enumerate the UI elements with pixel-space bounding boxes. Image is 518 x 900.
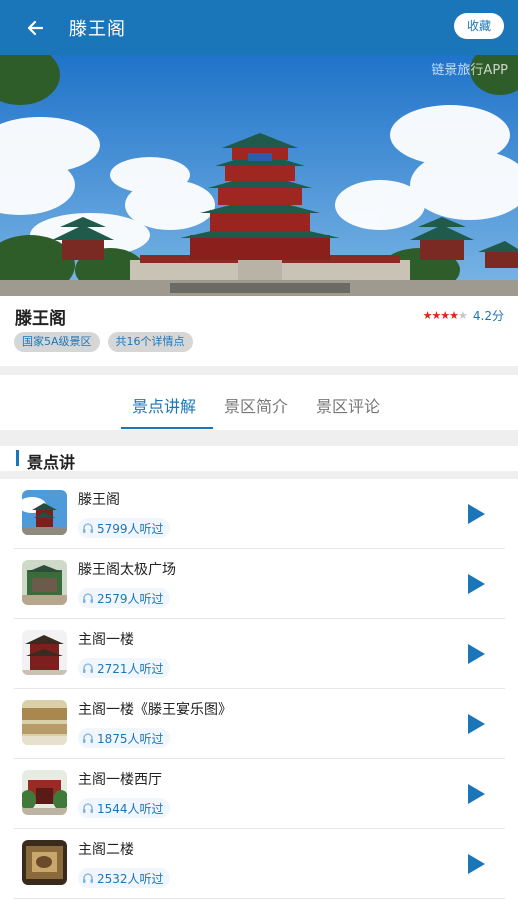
list-item[interactable]: 滕王阁 5799人听过 bbox=[14, 479, 505, 549]
listen-count: 1875人听过 bbox=[78, 728, 170, 748]
listen-count-text: 2579人听过 bbox=[97, 591, 164, 606]
listen-count-text: 1544人听过 bbox=[97, 801, 164, 816]
rating: ★★★★★ 4.2分 bbox=[423, 307, 504, 324]
tab-reviews[interactable]: 景区评论 bbox=[316, 393, 380, 417]
listen-count-text: 1875人听过 bbox=[97, 731, 164, 746]
play-icon[interactable] bbox=[466, 643, 486, 665]
spot-name: 主阁一楼 bbox=[78, 632, 134, 648]
play-icon[interactable] bbox=[466, 783, 486, 805]
listen-count-text: 5799人听过 bbox=[97, 521, 164, 536]
list-item[interactable]: 主阁二楼 2532人听过 bbox=[14, 829, 505, 899]
listen-count: 2721人听过 bbox=[78, 658, 170, 678]
headphones-icon bbox=[83, 803, 93, 813]
headphones-icon bbox=[83, 733, 93, 743]
tab-intro[interactable]: 景区简介 bbox=[224, 393, 288, 417]
arrow-left-icon bbox=[27, 20, 44, 36]
top-bar: 滕王阁 收藏 bbox=[0, 0, 518, 55]
spot-thumbnail bbox=[22, 700, 67, 745]
list-item[interactable]: 主阁一楼西厅 1544人听过 bbox=[14, 759, 505, 829]
spot-list: 滕王阁 5799人听过 滕王阁太极广场 2579人听过 主阁一楼 2721人听过… bbox=[0, 479, 518, 900]
listen-count-text: 2532人听过 bbox=[97, 871, 164, 886]
tag-detail-count: 共16个详情点 bbox=[107, 332, 193, 352]
spot-name: 主阁一楼《滕王宴乐图》 bbox=[78, 702, 232, 718]
listen-count: 1544人听过 bbox=[78, 798, 170, 818]
spot-name: 主阁一楼西厅 bbox=[78, 772, 162, 788]
star-empty-icon: ★ bbox=[458, 309, 468, 322]
listen-count: 2532人听过 bbox=[78, 868, 170, 888]
play-icon[interactable] bbox=[466, 713, 486, 735]
rating-stars: ★★★★★ bbox=[422, 309, 468, 322]
watermark-text: 链景旅行APP bbox=[431, 63, 508, 78]
listen-count: 2579人听过 bbox=[78, 588, 170, 608]
place-name: 滕王阁 bbox=[15, 309, 66, 329]
spot-thumbnail bbox=[22, 490, 67, 535]
headphones-icon bbox=[83, 663, 93, 673]
spot-name: 滕王阁 bbox=[78, 492, 120, 508]
place-info: 滕王阁 ★★★★★ 4.2分 国家5A级景区 共16个详情点 bbox=[0, 296, 518, 366]
back-button[interactable] bbox=[20, 13, 50, 43]
tab-spot-guide[interactable]: 景点讲解 bbox=[132, 393, 196, 417]
headphones-icon bbox=[83, 873, 93, 883]
page-title: 滕王阁 bbox=[69, 19, 126, 40]
section-marker bbox=[16, 450, 19, 466]
spot-thumbnail bbox=[22, 630, 67, 675]
star-icon: ★★★★ bbox=[422, 309, 459, 322]
tag-level: 国家5A级景区 bbox=[14, 332, 100, 352]
spot-name: 主阁二楼 bbox=[78, 842, 134, 858]
list-item[interactable]: 主阁一楼《滕王宴乐图》 1875人听过 bbox=[14, 689, 505, 759]
favorite-button[interactable]: 收藏 bbox=[454, 13, 504, 39]
tag-list: 国家5A级景区 共16个详情点 bbox=[14, 332, 193, 352]
headphones-icon bbox=[83, 523, 93, 533]
headphones-icon bbox=[83, 593, 93, 603]
spot-thumbnail bbox=[22, 560, 67, 605]
section-header: 景点讲 bbox=[0, 446, 518, 472]
listen-count-text: 2721人听过 bbox=[97, 661, 164, 676]
play-icon[interactable] bbox=[466, 503, 486, 525]
hero-image: 链景旅行APP bbox=[0, 55, 518, 296]
list-item[interactable]: 滕王阁太极广场 2579人听过 bbox=[14, 549, 505, 619]
spot-thumbnail bbox=[22, 770, 67, 815]
section-title: 景点讲 bbox=[27, 453, 76, 472]
rating-score: 4.2分 bbox=[472, 309, 504, 323]
play-icon[interactable] bbox=[466, 573, 486, 595]
spot-name: 滕王阁太极广场 bbox=[78, 562, 176, 578]
tab-underline bbox=[121, 427, 213, 429]
spot-thumbnail bbox=[22, 840, 67, 885]
list-item[interactable]: 主阁一楼 2721人听过 bbox=[14, 619, 505, 689]
play-icon[interactable] bbox=[466, 853, 486, 875]
listen-count: 5799人听过 bbox=[78, 518, 170, 538]
tab-bar: 景点讲解 景区简介 景区评论 bbox=[0, 375, 518, 430]
